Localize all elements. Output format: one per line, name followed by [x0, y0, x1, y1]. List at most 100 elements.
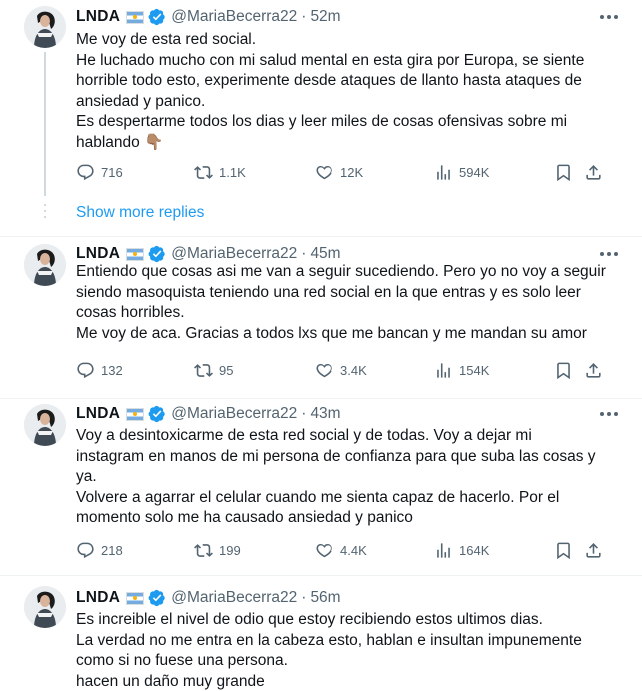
- bookmark-icon[interactable]: [554, 163, 573, 182]
- verified-badge-icon[interactable]: [148, 589, 166, 607]
- views-button[interactable]: 164K: [434, 541, 489, 560]
- tweet-line: como si no fuese una persona.: [76, 652, 288, 670]
- bookmark-icon[interactable]: [554, 361, 573, 380]
- avatar[interactable]: [24, 586, 66, 628]
- tweet-text: Entiendo que cosas asi me van a seguir s…: [76, 262, 624, 344]
- tweet-text: Es increible el nivel de odio que estoy …: [76, 610, 624, 691]
- like-button[interactable]: 3.4K: [315, 361, 367, 380]
- views-count: 164K: [459, 543, 490, 558]
- share-icon[interactable]: [584, 163, 603, 182]
- reply-count: 716: [101, 165, 123, 180]
- reply-button[interactable]: 716: [76, 163, 123, 182]
- more-icon[interactable]: [598, 405, 620, 423]
- tweet-line: Voy a desintoxicarme de esta red social …: [76, 427, 532, 444]
- tweet[interactable]: LNDA @MariaBecerra22 · 43m Voy a desinto…: [0, 400, 642, 576]
- action-bar: 132 95 3.4K 154K: [76, 361, 616, 383]
- display-name[interactable]: LNDA: [76, 589, 120, 607]
- tweet-line: Es despertarme todos los dias y leer mil…: [76, 113, 568, 131]
- tweet-header: LNDA @MariaBecerra22 · 52m: [76, 6, 341, 28]
- repost-button[interactable]: 95: [194, 361, 233, 380]
- tweet-line: ansiedad y panico.: [76, 92, 206, 110]
- tweet-line: horrible todo esto, experimente desde at…: [76, 72, 582, 90]
- more-icon[interactable]: [598, 245, 620, 263]
- timestamp[interactable]: 43m: [310, 405, 340, 423]
- tweet[interactable]: LNDA @MariaBecerra22 · 52m Me voy de est…: [0, 0, 642, 240]
- bookmark-icon[interactable]: [554, 541, 573, 560]
- views-icon: [434, 361, 453, 380]
- like-count: 4.4K: [340, 543, 367, 558]
- tweet-text: Me voy de esta red social. He luchado mu…: [76, 30, 624, 154]
- tweet-header: LNDA @MariaBecerra22 · 43m: [76, 403, 341, 425]
- reply-button[interactable]: 218: [76, 541, 123, 560]
- reply-count: 132: [101, 363, 123, 378]
- timestamp[interactable]: 52m: [310, 8, 340, 26]
- argentina-flag-icon: [126, 591, 145, 605]
- repost-icon: [194, 361, 213, 380]
- separator: ·: [301, 405, 307, 422]
- repost-button[interactable]: 199: [194, 541, 241, 560]
- views-count: 154K: [459, 363, 490, 378]
- tweet[interactable]: LNDA @MariaBecerra22 · 56m Es increible …: [0, 578, 642, 691]
- avatar[interactable]: [24, 244, 66, 286]
- repost-count: 95: [219, 363, 234, 378]
- tweet-line: Volvere a agarrar el celular cuando me s…: [76, 488, 560, 506]
- display-name[interactable]: LNDA: [76, 245, 120, 263]
- like-icon: [315, 541, 334, 560]
- timestamp[interactable]: 56m: [310, 589, 340, 607]
- reply-button[interactable]: 132: [76, 361, 123, 380]
- like-button[interactable]: 12K: [315, 163, 363, 182]
- tweet-line: hacen un daño muy grande: [76, 672, 265, 690]
- more-icon[interactable]: [598, 8, 620, 26]
- tweet-header: LNDA @MariaBecerra22 · 56m: [76, 587, 341, 609]
- tweet-line: He luchado mucho con mi salud mental en …: [76, 51, 585, 69]
- divider: [0, 236, 642, 237]
- reply-icon: [76, 361, 95, 380]
- views-button[interactable]: 594K: [434, 163, 489, 182]
- action-bar: 716 1.1K 12K 594K: [76, 163, 616, 185]
- views-button[interactable]: 154K: [434, 361, 489, 380]
- verified-badge-icon[interactable]: [148, 405, 166, 423]
- repost-icon: [194, 163, 213, 182]
- like-icon: [315, 163, 334, 182]
- share-icon[interactable]: [584, 541, 603, 560]
- separator: ·: [301, 589, 307, 606]
- reply-icon: [76, 163, 95, 182]
- divider: [0, 575, 642, 576]
- repost-icon: [194, 541, 213, 560]
- argentina-flag-icon: [126, 10, 145, 24]
- display-name[interactable]: LNDA: [76, 8, 120, 26]
- tweet-line: La verdad no me entra en la cabeza esto,…: [76, 631, 582, 649]
- tweet-line: Me voy de esta red social.: [76, 31, 257, 48]
- repost-button[interactable]: 1.1K: [194, 163, 246, 182]
- display-name[interactable]: LNDA: [76, 405, 120, 423]
- reply-icon: [76, 541, 95, 560]
- tweet-line: hablando 👇🏽: [76, 133, 164, 151]
- tweet-line: momento solo me ha causado ansiedad y pa…: [76, 509, 413, 527]
- repost-count: 199: [219, 543, 241, 558]
- verified-badge-icon[interactable]: [148, 8, 166, 26]
- tweet-line: siendo masoquista teniendo una red socia…: [76, 283, 581, 301]
- like-count: 3.4K: [340, 363, 367, 378]
- username[interactable]: @MariaBecerra22: [171, 405, 297, 423]
- like-button[interactable]: 4.4K: [315, 541, 367, 560]
- verified-badge-icon[interactable]: [148, 245, 166, 263]
- tweet-line: Entiendo que cosas asi me van a seguir s…: [76, 263, 606, 280]
- username[interactable]: @MariaBecerra22: [171, 8, 297, 26]
- show-more-replies-link[interactable]: Show more replies: [76, 204, 204, 222]
- tweet-line: Es increible el nivel de odio que estoy …: [76, 611, 543, 628]
- argentina-flag-icon: [126, 407, 145, 421]
- tweet-line: instagram en manos de mi persona de conf…: [76, 447, 596, 465]
- tweet-line: ya.: [76, 468, 97, 486]
- username[interactable]: @MariaBecerra22: [171, 245, 297, 263]
- views-count: 594K: [459, 165, 490, 180]
- avatar[interactable]: [24, 6, 66, 48]
- share-icon[interactable]: [584, 361, 603, 380]
- avatar[interactable]: [24, 404, 66, 446]
- argentina-flag-icon: [126, 247, 145, 261]
- tweet-text: Voy a desintoxicarme de esta red social …: [76, 426, 624, 529]
- tweet[interactable]: LNDA @MariaBecerra22 · 45m Entiendo que …: [0, 240, 642, 400]
- thread-dots: [44, 204, 46, 222]
- timestamp[interactable]: 45m: [310, 245, 340, 263]
- tweet-line: Me voy de aca. Gracias a todos lxs que m…: [76, 324, 587, 342]
- username[interactable]: @MariaBecerra22: [171, 589, 297, 607]
